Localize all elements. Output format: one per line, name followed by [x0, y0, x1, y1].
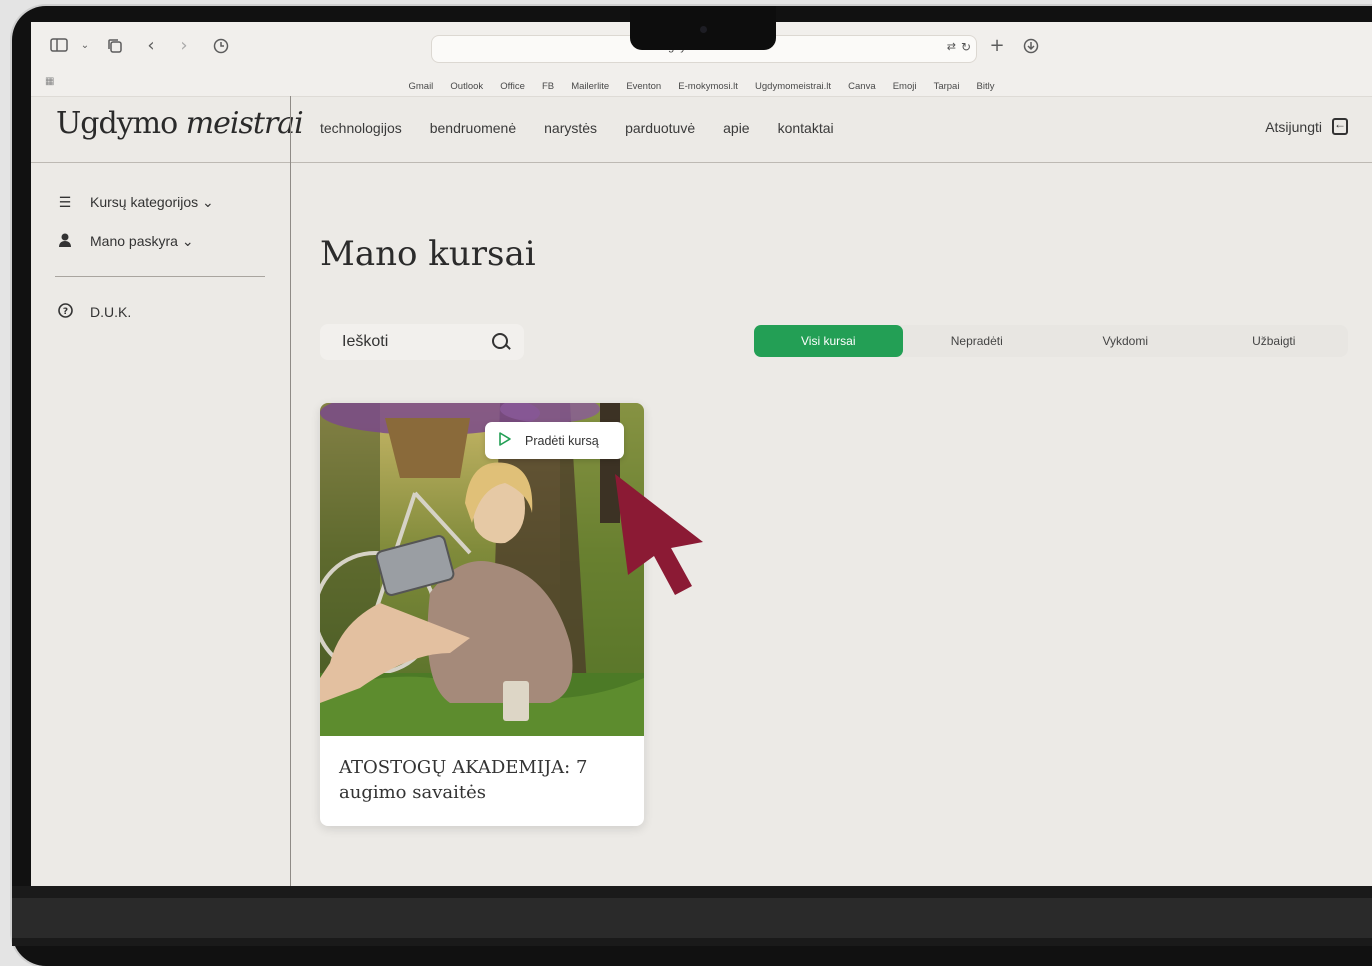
screen: ⌄ ‹ › ugdymomeistrai.lt ⇄ ↻ + ▦ Gmail Ou… [31, 22, 1372, 886]
main-nav: technologijos bendruomenė narystės pardu… [320, 120, 834, 136]
bookmark-item[interactable]: E-mokymosi.lt [678, 81, 738, 92]
tab-uzbaigti[interactable]: Užbaigti [1200, 325, 1349, 357]
logout-label: Atsijungti [1265, 118, 1322, 135]
bookmark-item[interactable]: Mailerlite [571, 81, 609, 92]
course-title[interactable]: ATOSTOGŲ AKADEMIJA: 7 augimo savaitės [339, 755, 629, 805]
bookmark-item[interactable]: Gmail [408, 81, 433, 92]
bookmark-item[interactable]: Outlook [450, 81, 483, 92]
logo-text-regular: Ugdymo [56, 106, 178, 141]
course-cover-image[interactable]: Pradėti kursą [320, 403, 644, 736]
page-title: Mano kursai [320, 234, 536, 274]
reload-icon[interactable]: ↻ [961, 40, 971, 54]
new-tab-icon[interactable]: + [987, 37, 1007, 55]
search-input[interactable] [340, 332, 474, 352]
sidebar-toggle-icon[interactable] [49, 38, 69, 54]
download-icon[interactable] [1021, 38, 1041, 54]
laptop-base [12, 898, 1372, 938]
sidebar-item-label: Mano paskyra ⌄ [90, 233, 194, 249]
bookmark-item[interactable]: Office [500, 81, 525, 92]
course-card[interactable]: Pradėti kursą ATOSTOGŲ AKADEMIJA: 7 augi… [320, 403, 644, 826]
bookmark-item[interactable]: FB [542, 81, 554, 92]
search-icon[interactable] [492, 333, 508, 349]
sidebar-item-account[interactable]: Mano paskyra ⌄ [56, 233, 194, 250]
course-filter-tabs: Visi kursai Nepradėti Vykdomi Užbaigti [754, 325, 1348, 357]
sidebar-divider [290, 96, 291, 886]
bookmark-item[interactable]: Eventon [626, 81, 661, 92]
site-header: Ugdymo meistrai technologijos bendruomen… [31, 96, 1372, 163]
play-icon [499, 432, 511, 449]
nav-narystes[interactable]: narystės [544, 120, 597, 136]
nav-parduotuve[interactable]: parduotuvė [625, 120, 695, 136]
sidebar-item-faq[interactable]: ? D.U.K. [56, 303, 131, 321]
logo-text-italic: meistrai [185, 106, 304, 141]
forward-icon[interactable]: › [174, 37, 194, 55]
chevron-down-icon[interactable]: ⌄ [75, 38, 95, 54]
bookmark-item[interactable]: Emoji [893, 81, 917, 92]
bookmark-item[interactable]: Bitly [977, 81, 995, 92]
bookmarks-bar: Gmail Outlook Office FB Mailerlite Event… [31, 74, 1372, 92]
back-icon[interactable]: ‹ [141, 37, 161, 55]
nav-technologijos[interactable]: technologijos [320, 120, 402, 136]
svg-text:?: ? [62, 307, 67, 317]
bookmark-item[interactable]: Canva [848, 81, 875, 92]
site-logo[interactable]: Ugdymo meistrai [56, 106, 304, 141]
start-course-button[interactable]: Pradėti kursą [485, 422, 624, 459]
sidebar-item-label: Kursų kategorijos ⌄ [90, 194, 214, 210]
nav-apie[interactable]: apie [723, 120, 749, 136]
start-course-label: Pradėti kursą [525, 433, 599, 448]
sidebar-item-categories[interactable]: ☰ Kursų kategorijos ⌄ [56, 194, 214, 211]
question-circle-icon: ? [56, 303, 74, 321]
search-box [320, 324, 524, 360]
bookmark-item[interactable]: Ugdymomeistrai.lt [755, 81, 831, 92]
sidebar-item-label: D.U.K. [90, 304, 132, 320]
tab-visi-kursai[interactable]: Visi kursai [754, 325, 903, 357]
camera-notch [630, 6, 776, 50]
nav-bendruomene[interactable]: bendruomenė [430, 120, 516, 136]
logout-icon [1332, 117, 1348, 135]
user-icon [56, 233, 74, 250]
sidebar-separator [55, 276, 265, 277]
pointer-arrow-icon [615, 474, 703, 595]
logout-button[interactable]: Atsijungti [1265, 117, 1348, 135]
nav-kontaktai[interactable]: kontaktai [778, 120, 834, 136]
list-icon: ☰ [58, 194, 72, 210]
tabs-overview-icon[interactable] [105, 38, 125, 54]
tab-nepradeti[interactable]: Nepradėti [903, 325, 1052, 357]
history-clock-icon[interactable] [211, 38, 231, 54]
camera-icon [700, 26, 707, 33]
bookmark-item[interactable]: Tarpai [934, 81, 960, 92]
translate-icon[interactable]: ⇄ [947, 40, 956, 53]
tab-vykdomi[interactable]: Vykdomi [1051, 325, 1200, 357]
